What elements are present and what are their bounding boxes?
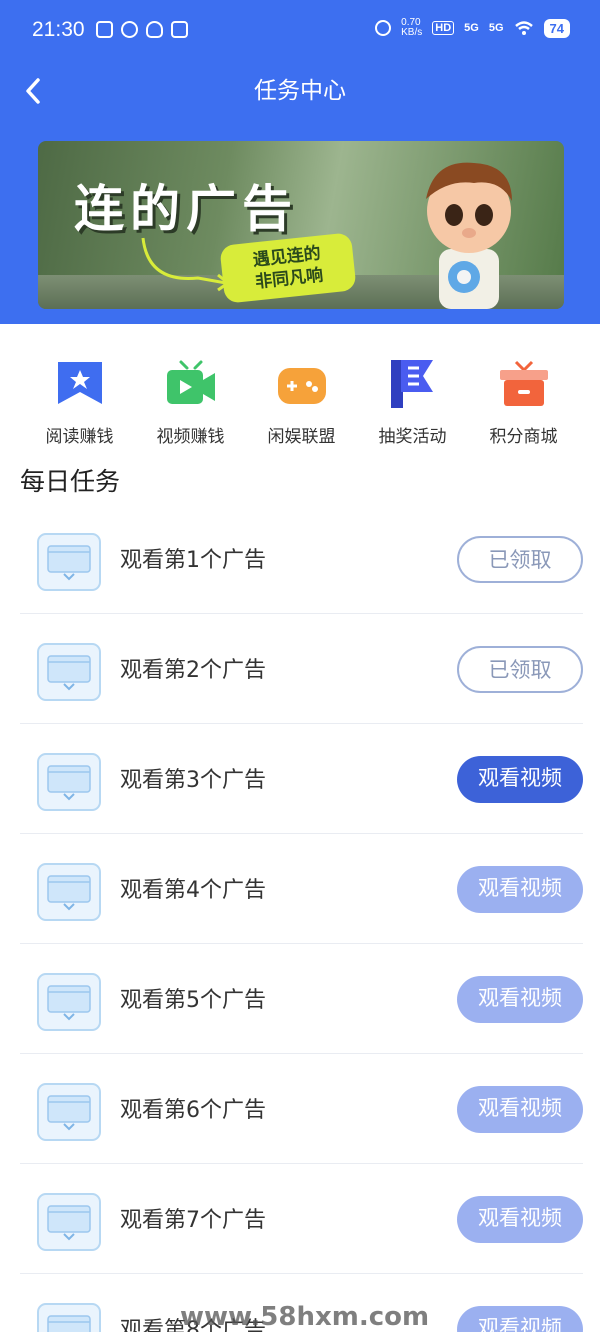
gamepad-icon — [277, 368, 326, 404]
task-name: 观看第4个广告 — [120, 878, 266, 903]
hd-icon: HD — [432, 21, 455, 35]
ad-video-icon — [37, 753, 101, 811]
ad-video-icon — [37, 533, 101, 591]
category-read-earn[interactable]: 阅读赚钱 — [24, 354, 135, 447]
battery-indicator: 74 — [543, 18, 570, 38]
category-label: 闲娱联盟 — [267, 427, 336, 447]
task-action-button[interactable]: 已领取 — [457, 646, 583, 693]
category-video-earn[interactable]: 视频赚钱 — [135, 354, 246, 447]
task-action-button[interactable]: 观看视频 — [457, 976, 583, 1023]
task-name: 观看第2个广告 — [120, 658, 266, 683]
task-name: 观看第1个广告 — [120, 548, 266, 573]
task-action-button[interactable]: 观看视频 — [457, 866, 583, 913]
gift-box-icon — [499, 360, 548, 406]
task-row: 观看第3个广告 观看视频 — [20, 724, 583, 834]
tv-play-icon — [166, 360, 215, 404]
header: 21:30 0.70 KB/s HD 5G 5G 74 任务中心 连的广告 遇见连… — [0, 0, 600, 324]
ad-video-icon — [37, 863, 101, 921]
signal-1: 5G — [464, 22, 479, 34]
qq-notification-icon — [146, 21, 163, 38]
ad-video-icon — [37, 643, 101, 701]
category-bar: 阅读赚钱 视频赚钱 闲娱联盟 抽奖活动 积分商城 — [0, 354, 600, 447]
app-notification-icon — [96, 21, 113, 38]
page-title: 任务中心 — [254, 78, 346, 104]
task-name: 观看第3个广告 — [120, 768, 266, 793]
task-action-button[interactable]: 观看视频 — [457, 1086, 583, 1133]
cartoon-boy-illustration — [426, 162, 512, 309]
category-points-mall[interactable]: 积分商城 — [468, 354, 579, 447]
alarm-icon — [375, 20, 392, 36]
task-name: 观看第5个广告 — [120, 988, 266, 1013]
notification-icons — [96, 21, 188, 38]
ad-video-icon — [37, 1303, 101, 1332]
bookmark-star-icon — [57, 362, 102, 404]
task-name: 观看第6个广告 — [120, 1098, 266, 1123]
wifi-icon — [514, 21, 533, 35]
ad-video-icon — [37, 973, 101, 1031]
task-action-button[interactable]: 观看视频 — [457, 756, 583, 803]
task-action-button[interactable]: 已领取 — [457, 536, 583, 583]
task-row: 观看第5个广告 观看视频 — [20, 944, 583, 1054]
promo-banner[interactable]: 连的广告 遇见连的 非同凡响 — [38, 141, 564, 309]
chat-notification-icon — [121, 21, 138, 38]
box-notification-icon — [171, 21, 188, 38]
task-row: 观看第4个广告 观看视频 — [20, 834, 583, 944]
category-label: 抽奖活动 — [378, 427, 447, 447]
watermark: www.58hxm.com — [180, 1302, 430, 1332]
task-row: 观看第2个广告 已领取 — [20, 614, 583, 724]
category-label: 积分商城 — [489, 427, 558, 447]
task-name: 观看第7个广告 — [120, 1208, 266, 1233]
category-lottery[interactable]: 抽奖活动 — [357, 354, 468, 447]
banner-headline: 连的广告 — [74, 180, 298, 238]
task-row: 观看第1个广告 已领取 — [20, 504, 583, 614]
section-title: 每日任务 — [20, 467, 121, 496]
task-action-button[interactable]: 观看视频 — [457, 1196, 583, 1243]
status-time: 21:30 — [32, 18, 85, 41]
ad-video-icon — [37, 1193, 101, 1251]
status-right: 0.70 KB/s HD 5G 5G 74 — [375, 18, 570, 38]
status-bar: 21:30 0.70 KB/s HD 5G 5G 74 — [0, 0, 600, 62]
task-action-button[interactable]: 观看视频 — [457, 1306, 583, 1332]
task-row: 观看第7个广告 观看视频 — [20, 1164, 583, 1274]
ad-video-icon — [37, 1083, 101, 1141]
category-leisure-alliance[interactable]: 闲娱联盟 — [246, 354, 357, 447]
category-label: 视频赚钱 — [156, 427, 225, 447]
task-list: 观看第1个广告 已领取 观看第2个广告 已领取 观看第3个广告 观看视频 观看第4个广告 观看… — [20, 504, 583, 1332]
task-row: 观看第6个广告 观看视频 — [20, 1054, 583, 1164]
signal-2: 5G — [488, 22, 504, 34]
category-label: 阅读赚钱 — [45, 427, 114, 447]
flag-list-icon — [390, 360, 433, 408]
net-speed: 0.70 KB/s — [401, 17, 423, 38]
